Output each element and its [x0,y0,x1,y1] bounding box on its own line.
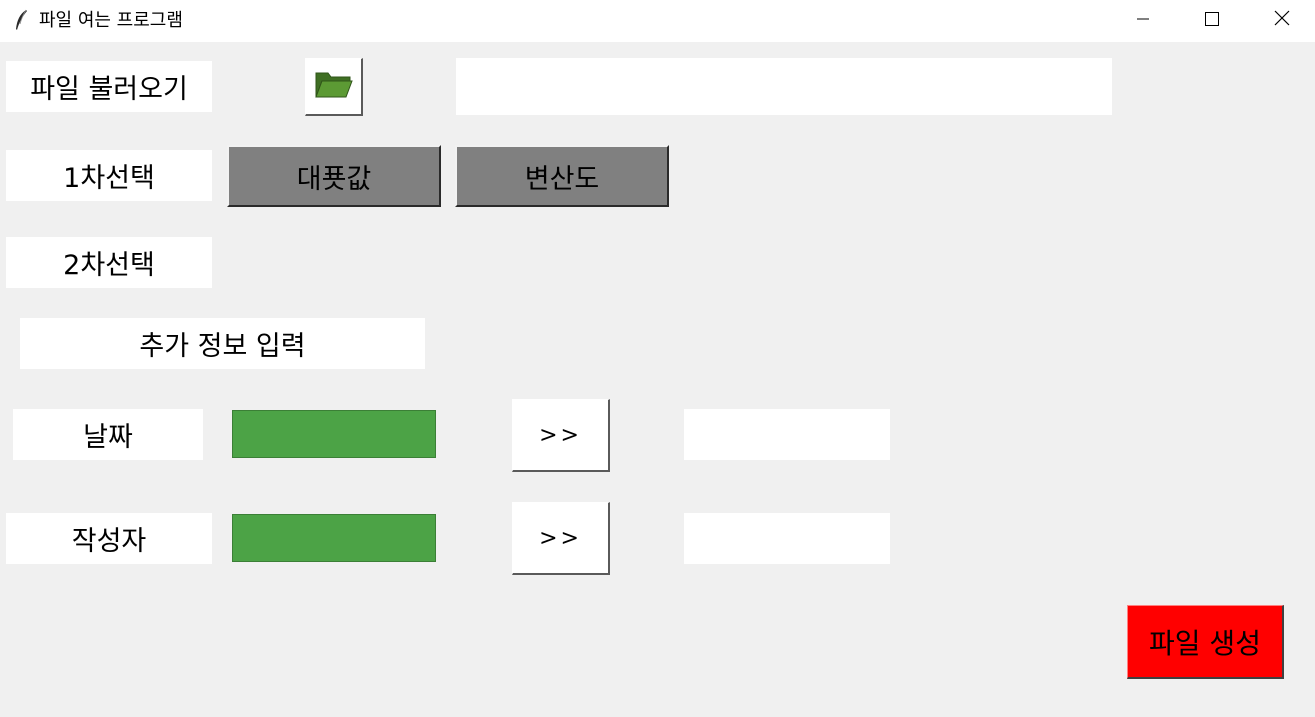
maximize-button[interactable] [1189,0,1235,40]
minimize-button[interactable] [1120,0,1166,40]
date-value-field[interactable] [684,409,890,460]
maximize-icon [1205,11,1219,30]
date-input-box[interactable] [232,410,436,458]
file-path-field[interactable] [456,58,1112,115]
date-label: 날짜 [13,409,203,460]
feather-icon [14,9,28,31]
author-value-field[interactable] [684,513,890,564]
window-title: 파일 여는 프로그램 [39,10,183,31]
second-select-label: 2차선택 [6,237,212,288]
open-file-button[interactable] [305,58,363,116]
title-bar: 파일 여는 프로그램 [0,0,1315,42]
folder-open-icon [314,69,354,105]
close-icon [1274,10,1290,30]
author-arrow-button[interactable]: >> [512,502,610,575]
minimize-icon [1136,11,1150,30]
author-label: 작성자 [6,513,212,564]
file-load-label: 파일 불러오기 [6,61,212,112]
first-select-label: 1차선택 [6,150,212,201]
create-file-button[interactable]: 파일 생성 [1127,605,1284,679]
author-input-box[interactable] [232,514,436,562]
close-button[interactable] [1259,0,1305,40]
representative-value-button[interactable]: 대푯값 [227,145,441,207]
dispersion-button[interactable]: 변산도 [455,145,669,207]
extra-info-label: 추가 정보 입력 [20,318,425,369]
date-arrow-button[interactable]: >> [512,399,610,472]
